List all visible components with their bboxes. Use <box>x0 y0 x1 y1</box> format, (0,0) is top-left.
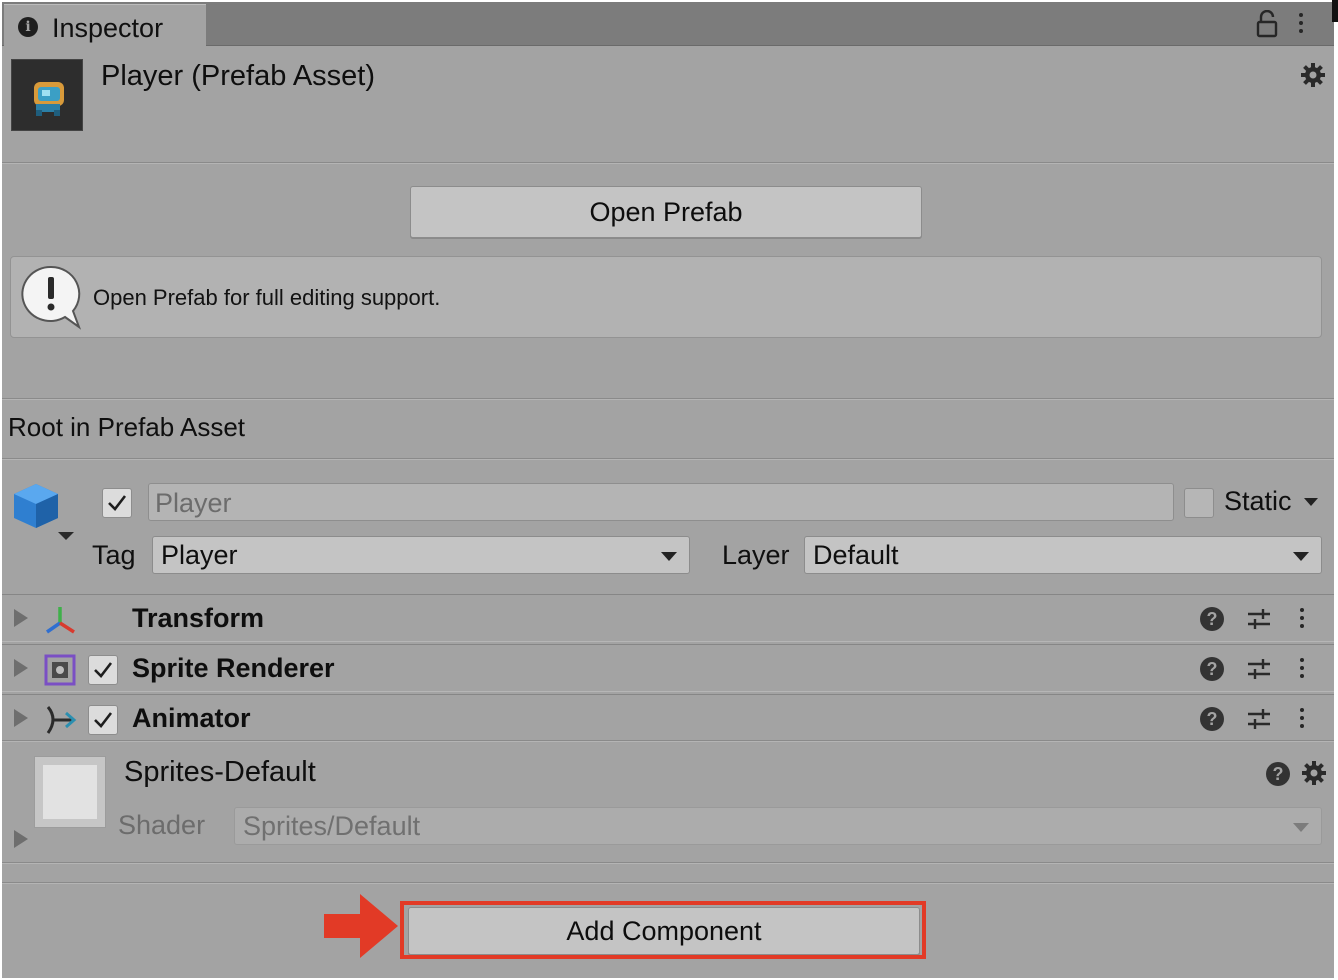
window-edge <box>1334 0 1338 980</box>
section-label: Root in Prefab Asset <box>8 412 246 442</box>
foldout-arrow-icon[interactable] <box>14 709 28 727</box>
open-prefab-button[interactable]: Open Prefab <box>410 186 922 238</box>
material-swatch <box>43 765 97 819</box>
transform-icon <box>46 607 75 634</box>
shader-value: Sprites/Default <box>243 811 421 841</box>
highlight-box <box>400 901 926 959</box>
help-message: Open Prefab for full editing support. <box>93 285 441 310</box>
page-title: Player (Prefab Asset) <box>101 60 375 92</box>
component-sprite-renderer[interactable]: Sprite Renderer ? <box>2 644 1334 692</box>
component-menu-icon[interactable] <box>1298 705 1306 733</box>
help-icon[interactable]: ? <box>1200 657 1224 681</box>
red-arrow-icon <box>324 894 398 958</box>
divider <box>2 162 1334 164</box>
enabled-checkbox[interactable] <box>88 655 118 685</box>
tab-label: Inspector <box>52 13 164 43</box>
help-icon[interactable]: ? <box>1200 607 1224 631</box>
help-box: Open Prefab for full editing support. <box>10 256 1322 338</box>
component-title: Transform <box>132 603 265 633</box>
tab-bar: i Inspector <box>2 2 1334 46</box>
material-title: Sprites-Default <box>124 756 316 788</box>
divider <box>2 882 1334 884</box>
foldout-arrow-icon[interactable] <box>14 609 28 627</box>
chevron-down-icon <box>1293 823 1309 832</box>
divider <box>2 398 1334 400</box>
presets-icon[interactable] <box>1246 607 1272 631</box>
material-preview <box>34 756 106 828</box>
sprite-renderer-icon <box>44 654 76 686</box>
warning-icon <box>21 265 82 330</box>
tab-menu-icon[interactable] <box>1297 10 1305 38</box>
foldout-arrow-icon[interactable] <box>14 659 28 677</box>
chevron-down-icon <box>661 552 677 561</box>
layer-label: Layer <box>722 540 790 570</box>
material-foldout-icon[interactable] <box>14 830 28 848</box>
tag-value: Player <box>161 540 238 570</box>
material-settings-gear-icon[interactable] <box>1301 760 1327 786</box>
component-menu-icon[interactable] <box>1298 605 1306 633</box>
tab-inspector[interactable]: i Inspector <box>4 4 206 46</box>
tag-dropdown[interactable]: Player <box>152 536 690 574</box>
gameobject-cube-icon[interactable] <box>12 480 76 544</box>
layer-value: Default <box>813 540 899 570</box>
component-title: Animator <box>132 703 251 733</box>
active-checkbox[interactable] <box>102 488 132 518</box>
static-checkbox[interactable] <box>1184 488 1214 518</box>
layer-dropdown[interactable]: Default <box>804 536 1322 574</box>
presets-icon[interactable] <box>1246 707 1272 731</box>
shader-label: Shader <box>118 810 206 840</box>
divider <box>2 740 1334 742</box>
static-dropdown-icon[interactable] <box>1304 498 1318 506</box>
settings-gear-icon[interactable] <box>1300 62 1326 88</box>
lock-icon[interactable] <box>1256 10 1278 38</box>
tag-label: Tag <box>92 540 136 570</box>
player-sprite-icon <box>34 82 64 116</box>
presets-icon[interactable] <box>1246 657 1272 681</box>
chevron-down-icon <box>1293 552 1309 561</box>
shader-dropdown: Sprites/Default <box>234 807 1322 845</box>
name-field[interactable]: Player <box>148 483 1174 521</box>
component-transform[interactable]: Transform ? <box>2 594 1334 642</box>
window-edge-mark <box>1332 0 1338 22</box>
component-title: Sprite Renderer <box>132 653 335 683</box>
animator-icon <box>46 706 77 734</box>
prefab-thumbnail <box>11 59 83 131</box>
divider <box>2 862 1334 864</box>
component-menu-icon[interactable] <box>1298 655 1306 683</box>
help-icon[interactable]: ? <box>1200 707 1224 731</box>
inspector-panel: i Inspector Player (Prefab Asset) Open P… <box>2 2 1334 978</box>
divider <box>2 458 1334 460</box>
static-label[interactable]: Static <box>1224 486 1292 517</box>
component-animator[interactable]: Animator ? <box>2 694 1334 742</box>
info-icon: i <box>18 17 38 37</box>
enabled-checkbox[interactable] <box>88 705 118 735</box>
help-icon[interactable]: ? <box>1266 762 1290 786</box>
